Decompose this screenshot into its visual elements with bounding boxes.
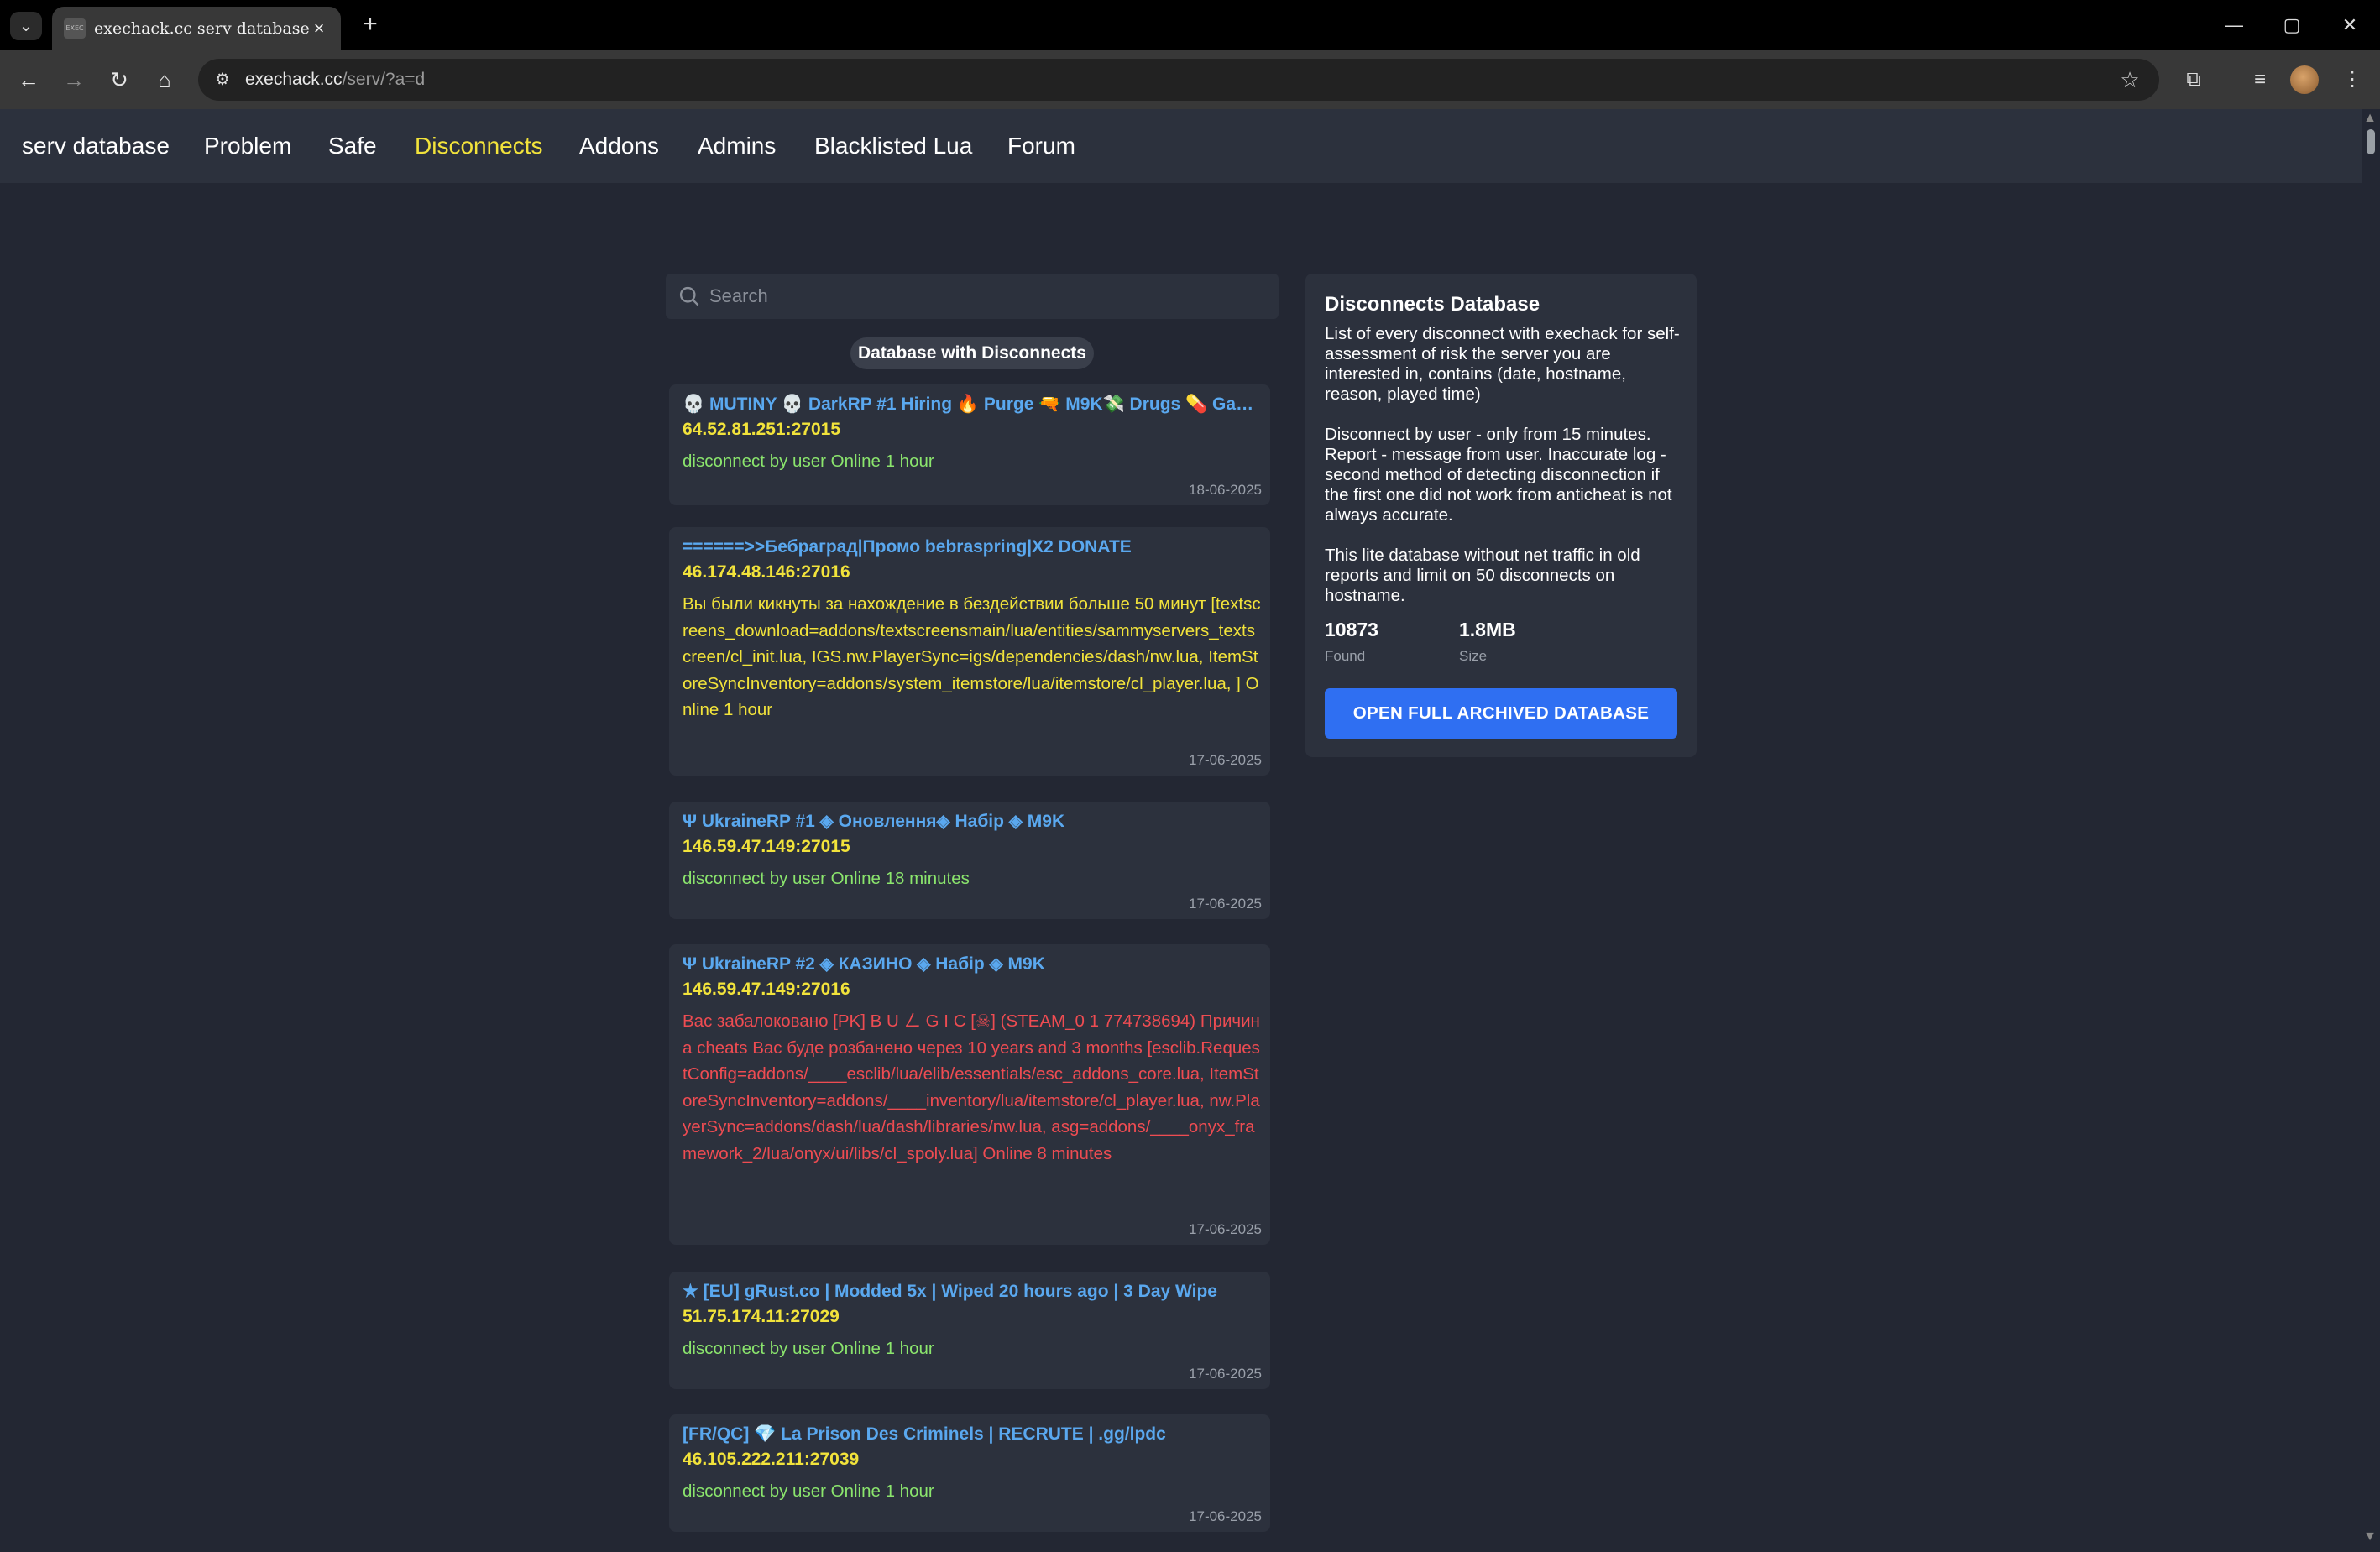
scroll-down-icon[interactable]: ▼: [2363, 1529, 2377, 1544]
card-hostname[interactable]: 💀 MUTINY 💀 DarkRP #1 Hiring 🔥 Purge 🔫 M9…: [683, 393, 1262, 416]
site-info-icon[interactable]: ⚙: [210, 67, 235, 92]
nav-item-disconnects[interactable]: Disconnects: [415, 131, 543, 161]
home-icon[interactable]: ⌂: [148, 63, 181, 97]
address-bar[interactable]: ⚙ exechack.cc/serv/?a=d ☆: [198, 59, 2159, 101]
tab-title: exechack.cc serv database: [94, 19, 310, 38]
new-tab-plus-icon[interactable]: +: [356, 11, 384, 39]
card-date: 17-06-2025: [1189, 752, 1262, 768]
card-hostname[interactable]: [FR/QC] 💎 La Prison Des Criminels | RECR…: [683, 1423, 1262, 1446]
card-ip: 64.52.81.251:27015: [683, 420, 841, 439]
reload-icon[interactable]: ↻: [102, 63, 136, 97]
nav-item-admins[interactable]: Admins: [698, 131, 776, 161]
card-date: 17-06-2025: [1189, 1508, 1262, 1524]
window-close-icon[interactable]: ✕: [2330, 10, 2370, 40]
card-ip: 46.105.222.211:27039: [683, 1450, 860, 1469]
card-reason: disconnect by user Online 1 hour: [683, 452, 934, 471]
disconnect-card: [FR/QC] 💎 La Prison Des Criminels | RECR…: [669, 1414, 1270, 1532]
scroll-up-icon[interactable]: ▲: [2363, 111, 2377, 126]
card-ip: 46.174.48.146:27016: [683, 562, 850, 582]
minimize-icon[interactable]: —: [2214, 10, 2254, 40]
panel-title: Disconnects Database: [1325, 293, 1540, 316]
search-icon: [679, 286, 699, 306]
site-nav: serv database Problem Safe Disconnects A…: [0, 109, 2362, 183]
search-input[interactable]: [709, 274, 1263, 319]
tab-search-chevron-icon[interactable]: ⌄: [10, 12, 42, 40]
card-date: 17-06-2025: [1189, 896, 1262, 912]
nav-item-forum[interactable]: Forum: [1007, 131, 1075, 161]
size-value: 1.8MB: [1459, 619, 1516, 640]
card-ip: 146.59.47.149:27015: [683, 837, 850, 856]
menu-kebab-icon[interactable]: ⋮: [2336, 63, 2369, 97]
nav-item-problem[interactable]: Problem: [204, 131, 291, 161]
browser-toolbar: ← → ↻ ⌂ ⚙ exechack.cc/serv/?a=d ☆ ⧉ ≡ ⋮: [0, 50, 2380, 109]
card-reason: disconnect by user Online 18 minutes: [683, 869, 970, 888]
nav-brand[interactable]: serv database: [22, 131, 170, 161]
card-hostname[interactable]: ======>>Бебраград|Промо bebraspring|X2 D…: [683, 536, 1262, 559]
card-hostname[interactable]: Ψ UkraineRP #2 ◈ КАЗИНО ◈ Набір ◈ M9K: [683, 953, 1262, 976]
info-panel: Disconnects Database List of every disco…: [1305, 274, 1697, 757]
extensions-puzzle-icon[interactable]: ⧉: [2177, 63, 2210, 97]
card-ip: 146.59.47.149:27016: [683, 980, 850, 999]
back-arrow-icon[interactable]: ←: [12, 63, 45, 97]
nav-item-addons[interactable]: Addons: [579, 131, 659, 161]
browser-tab[interactable]: EXEC exechack.cc serv database ×: [52, 7, 341, 50]
card-reason: disconnect by user Online 1 hour: [683, 1481, 934, 1501]
database-label-badge: Database with Disconnects: [850, 337, 1094, 369]
disconnect-card: 💀 MUTINY 💀 DarkRP #1 Hiring 🔥 Purge 🔫 M9…: [669, 384, 1270, 505]
card-reason: disconnect by user Online 1 hour: [683, 1339, 934, 1358]
nav-item-blacklisted-lua[interactable]: Blacklisted Lua: [814, 131, 972, 161]
search-box: [666, 274, 1279, 319]
size-label: Size: [1459, 648, 1488, 664]
disconnect-card: ★ [EU] gRust.co | Modded 5x | Wiped 20 h…: [669, 1272, 1270, 1389]
card-hostname[interactable]: ★ [EU] gRust.co | Modded 5x | Wiped 20 h…: [683, 1280, 1262, 1304]
maximize-icon[interactable]: ▢: [2272, 10, 2312, 40]
scrollbar-thumb[interactable]: [2367, 129, 2375, 154]
url-text[interactable]: exechack.cc/serv/?a=d: [245, 70, 425, 90]
nav-item-safe[interactable]: Safe: [328, 131, 377, 161]
disconnect-card: Ψ UkraineRP #1 ◈ Оновлення◈ Набір ◈ M9K …: [669, 802, 1270, 919]
card-hostname[interactable]: Ψ UkraineRP #1 ◈ Оновлення◈ Набір ◈ M9K: [683, 810, 1262, 833]
profile-avatar[interactable]: [2290, 65, 2319, 94]
page-scrollbar[interactable]: [2362, 109, 2380, 1552]
found-count: 10873: [1325, 619, 1378, 640]
card-date: 17-06-2025: [1189, 1366, 1262, 1382]
card-date: 17-06-2025: [1189, 1221, 1262, 1237]
found-label: Found: [1325, 648, 1366, 664]
card-date: 18-06-2025: [1189, 482, 1262, 498]
open-full-database-button[interactable]: OPEN FULL ARCHIVED DATABASE: [1325, 688, 1677, 739]
page-viewport: serv database Problem Safe Disconnects A…: [0, 109, 2380, 1552]
bookmark-star-icon[interactable]: ☆: [2116, 65, 2144, 94]
panel-lite-note: This lite database without net traffic i…: [1325, 546, 1640, 605]
panel-disconnect-notes: Disconnect by user - only from 15 minute…: [1325, 425, 1672, 525]
tab-close-icon[interactable]: ×: [307, 17, 331, 40]
panel-description: List of every disconnect with exechack f…: [1325, 324, 1680, 404]
favicon-icon: EXEC: [64, 18, 86, 39]
browser-tabstrip: ⌄ EXEC exechack.cc serv database × + — ▢…: [0, 0, 2380, 50]
disconnect-card: Ψ UkraineRP #2 ◈ КАЗИНО ◈ Набір ◈ M9K 14…: [669, 944, 1270, 1245]
media-controls-icon[interactable]: ≡: [2243, 63, 2277, 97]
card-reason: Вы были кикнуты за нахождение в бездейст…: [683, 594, 1261, 719]
card-reason: Вас забалоковано [PK] B U ㄥ G I C [☠] (S…: [683, 1011, 1260, 1163]
disconnect-card: ======>>Бебраград|Промо bebraspring|X2 D…: [669, 527, 1270, 776]
forward-arrow-icon[interactable]: →: [57, 63, 91, 97]
card-ip: 51.75.174.11:27029: [683, 1307, 840, 1326]
